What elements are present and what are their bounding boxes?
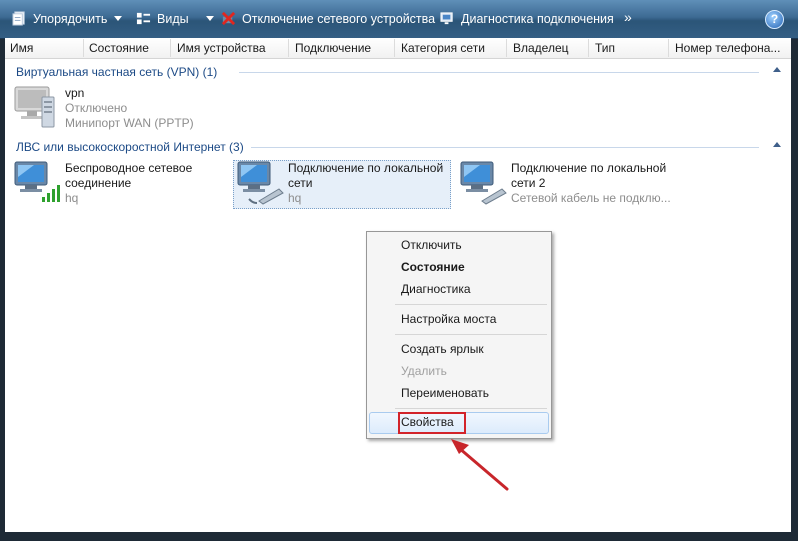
lan-name-line1: Подключение по локальной xyxy=(288,161,444,175)
column-divider[interactable] xyxy=(588,39,589,57)
column-owner[interactable]: Владелец xyxy=(513,41,569,55)
column-divider[interactable] xyxy=(83,39,84,57)
menu-item-create-shortcut[interactable]: Создать ярлык xyxy=(401,342,484,356)
wireless-network: hq xyxy=(65,191,79,205)
vpn-connection-icon xyxy=(14,86,55,128)
diagnose-label: Диагностика подключения xyxy=(461,12,614,26)
menu-separator xyxy=(395,304,547,305)
group-title-vpn[interactable]: Виртуальная частная сеть (VPN) (1) xyxy=(16,65,217,79)
command-bar: Упорядочить Виды Отключение сетевого уст… xyxy=(0,0,798,39)
lan-2-name-line1: Подключение по локальной xyxy=(511,161,667,175)
group-divider xyxy=(251,147,759,148)
views-label: Виды xyxy=(157,12,189,26)
wireless-name-line1: Беспроводное сетевое xyxy=(65,161,193,175)
column-status[interactable]: Состояние xyxy=(89,41,149,55)
column-phone-number[interactable]: Номер телефона... xyxy=(675,41,780,55)
diagnose-icon xyxy=(440,12,453,25)
column-network-category[interactable]: Категория сети xyxy=(401,41,485,55)
context-menu: Отключить Состояние Диагностика Настройк… xyxy=(366,231,552,439)
column-connection[interactable]: Подключение xyxy=(295,41,371,55)
vpn-device: Минипорт WAN (PPTP) xyxy=(65,116,194,130)
vpn-status: Отключено xyxy=(65,101,128,115)
more-commands-button[interactable]: » xyxy=(624,9,632,25)
group-divider xyxy=(239,72,759,73)
connections-view: Имя Состояние Имя устройства Подключение… xyxy=(5,38,791,532)
column-header: Имя Состояние Имя устройства Подключение… xyxy=(5,38,791,59)
vpn-name: vpn xyxy=(65,86,85,100)
disconnect-icon xyxy=(221,11,236,26)
lan-2-connection-icon xyxy=(460,161,507,205)
column-divider[interactable] xyxy=(394,39,395,57)
annotation-highlight-box xyxy=(398,412,466,434)
lan-2-status: Сетевой кабель не подклю... xyxy=(511,191,671,205)
menu-item-diagnose[interactable]: Диагностика xyxy=(401,282,471,296)
column-type[interactable]: Тип xyxy=(595,41,615,55)
menu-item-bridge[interactable]: Настройка моста xyxy=(401,312,496,326)
column-name[interactable]: Имя xyxy=(10,41,33,55)
diagnose-button[interactable]: Диагностика подключения xyxy=(440,9,614,29)
collapse-group-icon[interactable] xyxy=(773,142,781,147)
column-divider[interactable] xyxy=(668,39,669,57)
column-divider[interactable] xyxy=(288,39,289,57)
chevron-down-icon xyxy=(205,16,214,21)
disable-device-button[interactable]: Отключение сетевого устройства xyxy=(221,9,435,29)
menu-item-disable[interactable]: Отключить xyxy=(401,238,462,252)
menu-separator xyxy=(395,334,547,335)
column-divider[interactable] xyxy=(506,39,507,57)
organize-label: Упорядочить xyxy=(33,12,108,26)
help-button[interactable]: ? xyxy=(765,10,784,29)
wireless-connection-icon xyxy=(14,161,60,202)
chevron-down-icon xyxy=(114,16,123,21)
disable-device-label: Отключение сетевого устройства xyxy=(242,12,436,26)
menu-item-status[interactable]: Состояние xyxy=(401,260,465,274)
group-title-lan[interactable]: ЛВС или высокоскоростной Интернет (3) xyxy=(16,140,244,154)
lan-name-line2: сети xyxy=(288,176,313,190)
views-icon xyxy=(136,12,151,25)
column-device-name[interactable]: Имя устройства xyxy=(177,41,266,55)
lan-network: hq xyxy=(288,191,302,205)
menu-separator xyxy=(395,408,547,409)
organize-button[interactable]: Упорядочить xyxy=(12,9,123,29)
wireless-name-line2: соединение xyxy=(65,176,132,190)
menu-item-rename[interactable]: Переименовать xyxy=(401,386,489,400)
collapse-group-icon[interactable] xyxy=(773,67,781,72)
organize-icon xyxy=(12,11,25,26)
column-divider[interactable] xyxy=(170,39,171,57)
views-button[interactable]: Виды xyxy=(136,9,214,29)
lan-2-name-line2: сети 2 xyxy=(511,176,546,190)
menu-item-delete: Удалить xyxy=(401,364,447,378)
annotation-arrow-icon xyxy=(451,439,509,491)
lan-connection-icon xyxy=(237,161,284,205)
